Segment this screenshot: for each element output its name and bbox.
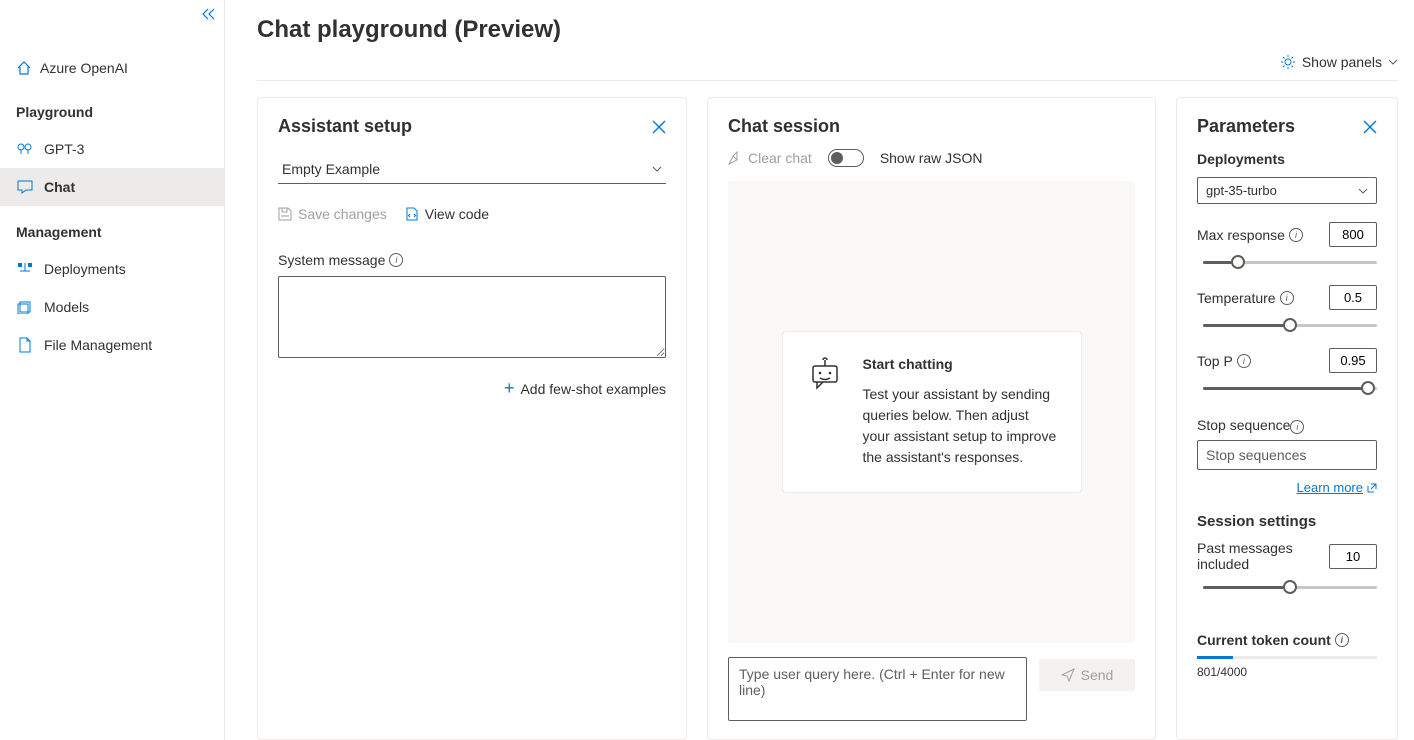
sidebar-item-chat[interactable]: Chat <box>0 168 224 206</box>
info-icon[interactable]: i <box>389 253 403 267</box>
chevron-down-icon <box>652 166 662 172</box>
external-link-icon <box>1367 483 1377 493</box>
stop-sequence-label: Stop sequence <box>1197 417 1290 433</box>
sidebar-item-models[interactable]: Models <box>0 288 224 326</box>
session-settings-title: Session settings <box>1197 513 1377 530</box>
bot-icon <box>807 356 843 392</box>
top-p-slider[interactable] <box>1203 379 1377 397</box>
add-few-shot-button[interactable]: + Add few-shot examples <box>278 378 666 399</box>
start-chatting-body: Test your assistant by sending queries b… <box>863 384 1057 468</box>
close-parameters-icon[interactable] <box>1363 120 1377 134</box>
assistant-setup-title: Assistant setup <box>278 116 412 137</box>
show-raw-json-toggle[interactable] <box>828 149 864 167</box>
view-code-button[interactable]: View code <box>405 206 489 222</box>
chat-input[interactable] <box>728 657 1027 721</box>
sidebar-section-playground: Playground <box>0 86 224 130</box>
chevron-down-icon <box>1358 188 1368 194</box>
stop-sequence-input[interactable] <box>1197 440 1377 470</box>
clear-chat-label: Clear chat <box>748 150 812 166</box>
info-icon[interactable]: i <box>1335 633 1349 647</box>
chat-session-panel: Chat session Clear chat Show raw JSON <box>707 97 1156 740</box>
sidebar-item-file-management[interactable]: File Management <box>0 326 224 364</box>
info-icon[interactable]: i <box>1237 354 1251 368</box>
deployment-select[interactable]: gpt-35-turbo <box>1197 177 1377 204</box>
add-few-shot-label: Add few-shot examples <box>520 381 666 397</box>
sidebar-item-label: Deployments <box>44 261 126 277</box>
models-icon <box>16 299 34 315</box>
top-p-label: Top P <box>1197 353 1233 369</box>
broom-icon <box>728 151 742 165</box>
brand-link[interactable]: Azure OpenAI <box>0 50 224 86</box>
example-dropdown-value: Empty Example <box>282 161 380 177</box>
start-chatting-card: Start chatting Test your assistant by se… <box>782 331 1082 493</box>
sidebar-item-label: File Management <box>44 337 152 353</box>
send-button[interactable]: Send <box>1039 659 1135 691</box>
sidebar: Azure OpenAI Playground GPT-3 Chat Manag… <box>0 0 225 740</box>
sidebar-section-management: Management <box>0 206 224 250</box>
save-changes-label: Save changes <box>298 206 387 222</box>
past-messages-slider[interactable] <box>1203 578 1377 596</box>
info-icon[interactable]: i <box>1289 228 1303 242</box>
temperature-input[interactable] <box>1329 285 1377 310</box>
token-count-bar <box>1197 656 1377 659</box>
show-raw-json-label: Show raw JSON <box>880 150 983 166</box>
past-messages-input[interactable] <box>1329 544 1377 569</box>
send-label: Send <box>1081 667 1114 683</box>
sidebar-item-deployments[interactable]: Deployments <box>0 250 224 288</box>
chevron-down-icon <box>1388 59 1398 65</box>
gear-icon <box>1280 54 1296 70</box>
save-icon <box>278 207 292 221</box>
sidebar-item-label: GPT-3 <box>44 141 84 157</box>
show-panels-button[interactable]: Show panels <box>1280 54 1398 70</box>
parameters-title: Parameters <box>1197 116 1295 137</box>
plus-icon: + <box>504 378 515 399</box>
home-icon <box>16 60 32 76</box>
learn-more-link[interactable]: Learn more <box>1297 480 1377 495</box>
page-title: Chat playground (Preview) <box>257 16 1398 44</box>
token-count-label: Current token count <box>1197 632 1331 648</box>
save-changes-button[interactable]: Save changes <box>278 206 387 222</box>
chat-canvas: Start chatting Test your assistant by se… <box>728 181 1135 643</box>
parameters-panel: Parameters Deployments gpt-35-turbo Max … <box>1176 97 1398 740</box>
view-code-label: View code <box>425 206 489 222</box>
collapse-sidebar-icon[interactable] <box>202 8 216 20</box>
deployments-icon <box>16 261 34 277</box>
token-count-text: 801/4000 <box>1197 665 1377 679</box>
show-panels-label: Show panels <box>1302 54 1382 70</box>
start-chatting-title: Start chatting <box>863 356 1057 372</box>
sidebar-item-label: Chat <box>44 179 75 195</box>
info-icon[interactable]: i <box>1290 420 1304 434</box>
past-messages-label: Past messages included <box>1197 540 1329 572</box>
system-message-label: System message <box>278 252 385 268</box>
top-p-input[interactable] <box>1329 348 1377 373</box>
example-dropdown[interactable]: Empty Example <box>278 155 666 184</box>
temperature-slider[interactable] <box>1203 316 1377 334</box>
gpt3-icon <box>16 141 34 157</box>
close-assistant-icon[interactable] <box>652 120 666 134</box>
file-icon <box>16 337 34 353</box>
max-response-input[interactable] <box>1329 222 1377 247</box>
info-icon[interactable]: i <box>1280 291 1294 305</box>
max-response-label: Max response <box>1197 227 1285 243</box>
brand-label: Azure OpenAI <box>40 60 128 76</box>
sidebar-item-label: Models <box>44 299 89 315</box>
deployment-value: gpt-35-turbo <box>1206 183 1277 198</box>
send-icon <box>1061 668 1075 682</box>
sidebar-item-gpt3[interactable]: GPT-3 <box>0 130 224 168</box>
code-icon <box>405 207 419 221</box>
max-response-slider[interactable] <box>1203 253 1377 271</box>
deployments-label: Deployments <box>1197 151 1377 167</box>
clear-chat-button[interactable]: Clear chat <box>728 150 812 166</box>
assistant-setup-panel: Assistant setup Empty Example <box>257 97 687 740</box>
system-message-input[interactable] <box>278 276 666 358</box>
chat-session-title: Chat session <box>728 116 1135 137</box>
chat-icon <box>16 179 34 195</box>
temperature-label: Temperature <box>1197 290 1276 306</box>
